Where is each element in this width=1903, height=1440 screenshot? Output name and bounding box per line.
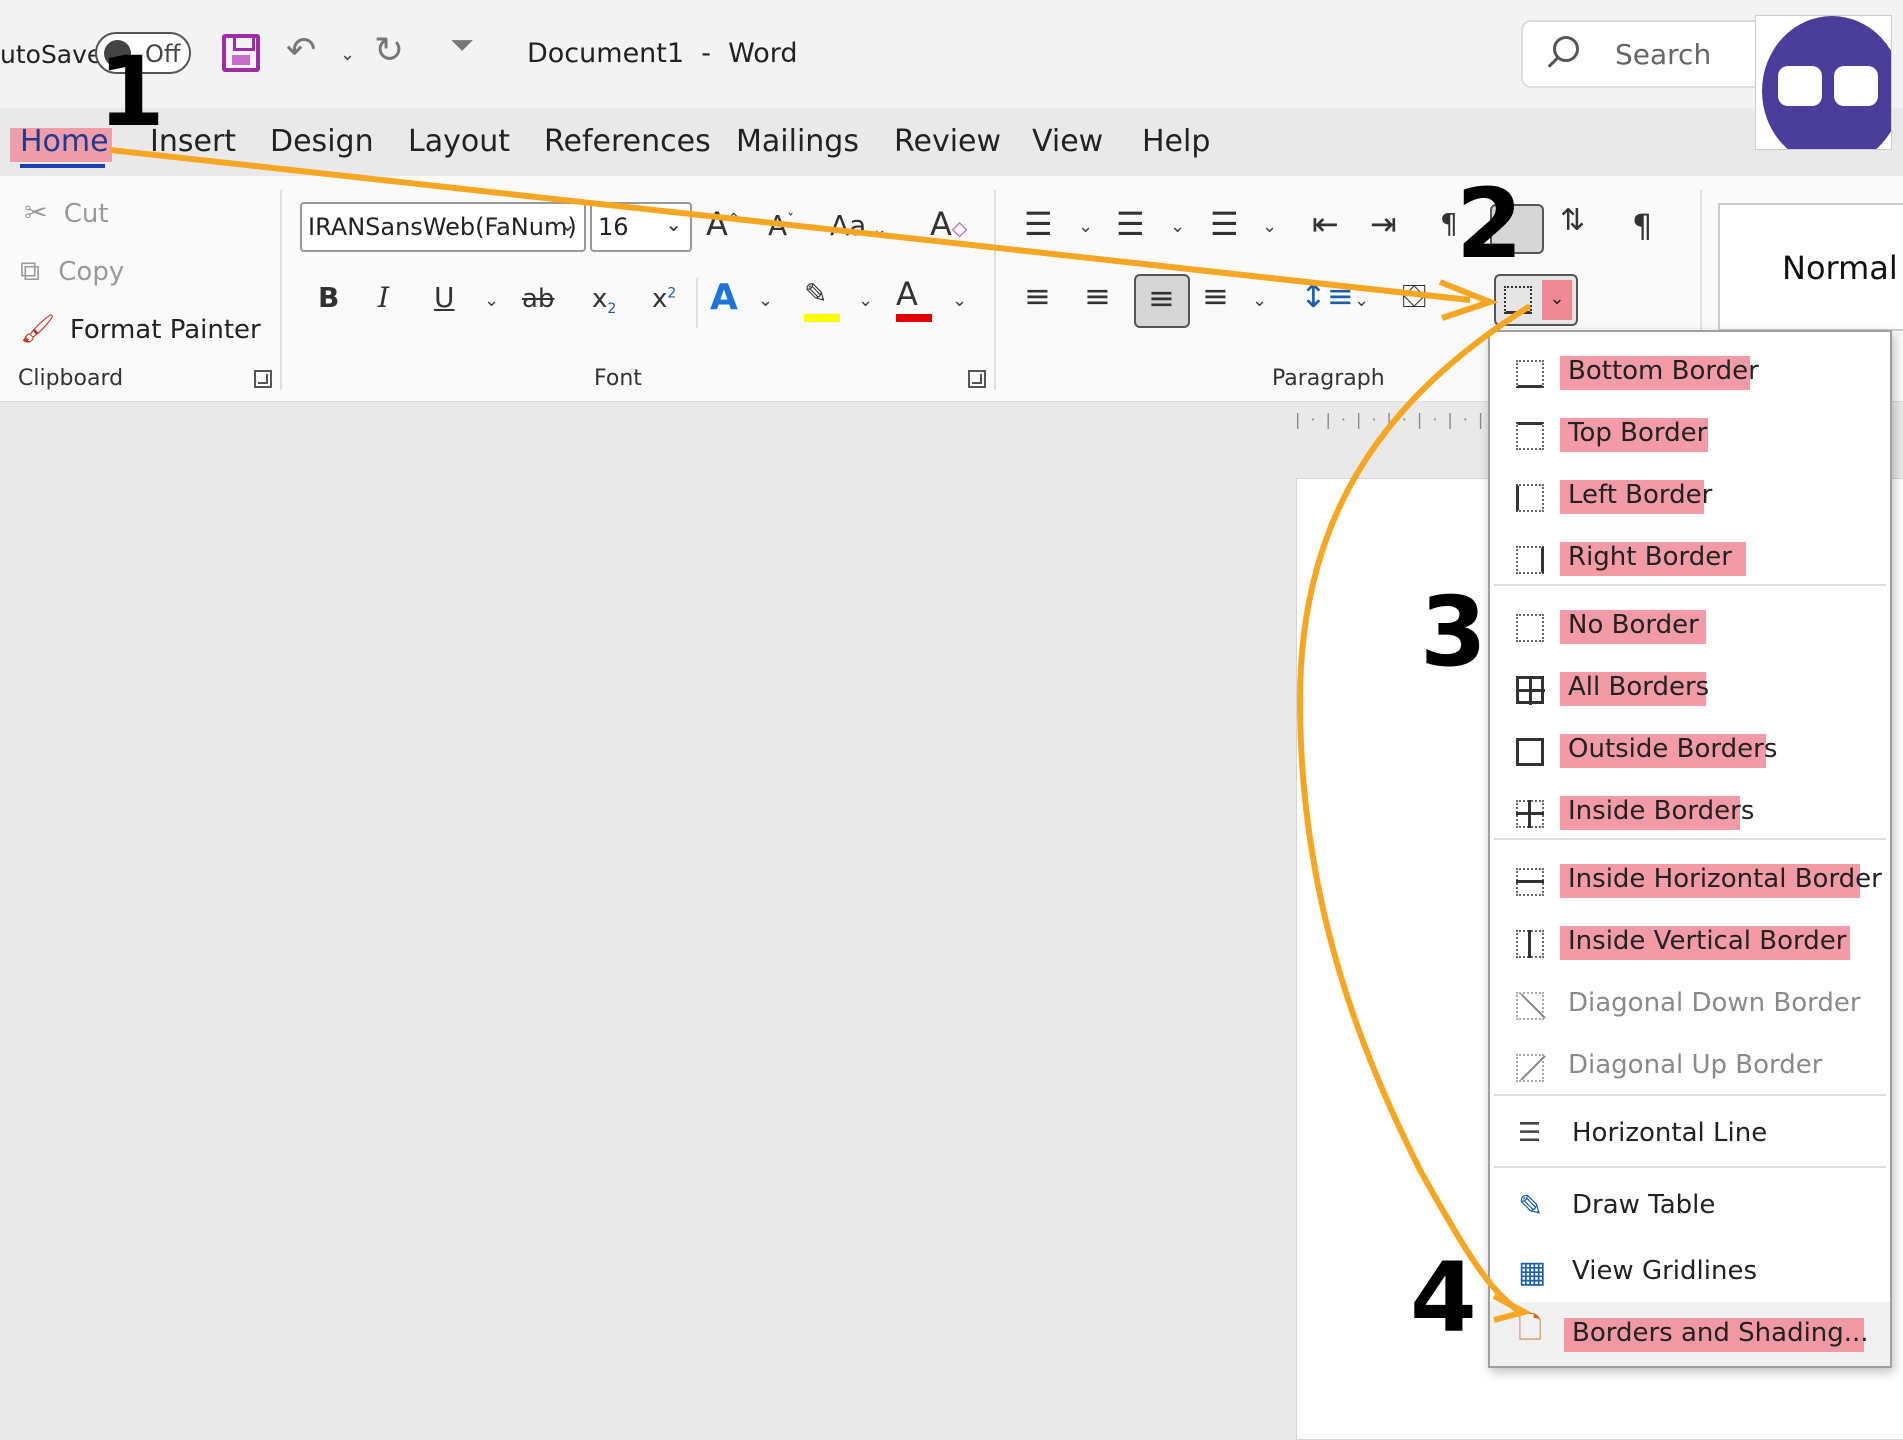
step-number-3: 3 xyxy=(1420,576,1487,688)
annotation-arrows xyxy=(109,147,1533,1323)
arrow-borders-to-shading xyxy=(1296,303,1532,1315)
arrow-home-to-borders xyxy=(109,147,1471,303)
step-number-4: 4 xyxy=(1410,1242,1477,1354)
step-number-2: 2 xyxy=(1456,168,1523,280)
step-number-1: 1 xyxy=(98,36,165,148)
